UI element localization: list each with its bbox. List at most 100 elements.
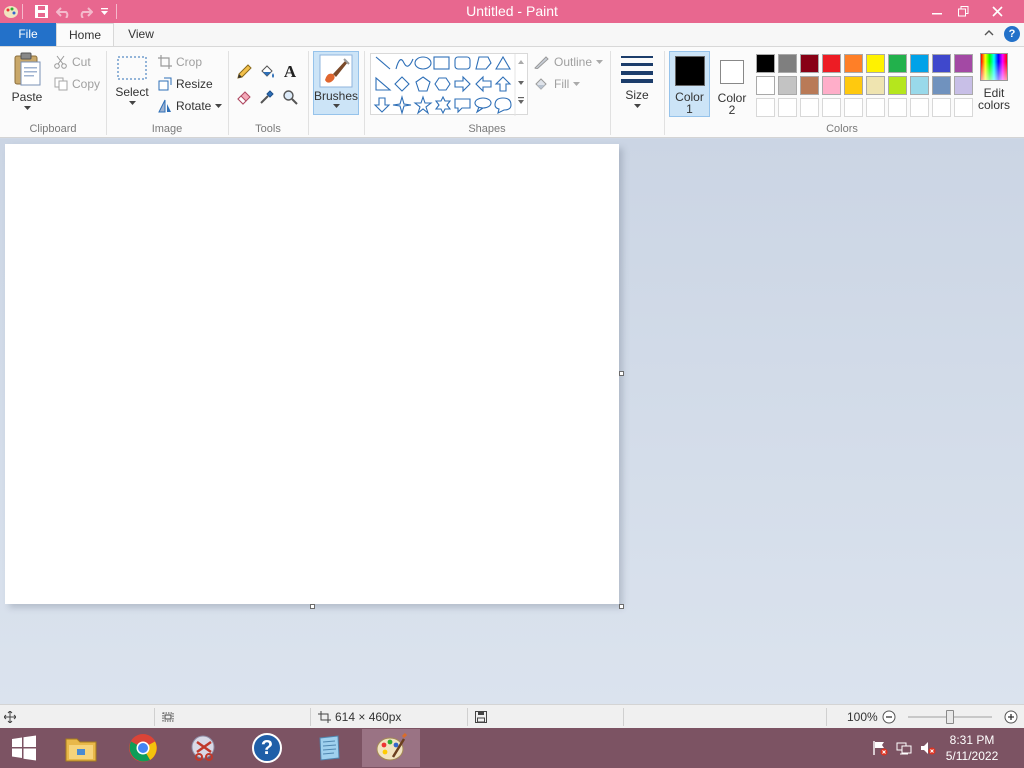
color2-button[interactable]: Color 2 [712, 51, 752, 117]
color1-button[interactable]: Color 1 [669, 51, 710, 117]
chevron-down-icon [596, 59, 604, 64]
text-a-icon: A [283, 62, 297, 81]
palette-swatch[interactable] [954, 54, 973, 73]
tab-view[interactable]: View [114, 23, 168, 46]
palette-swatch-empty[interactable] [954, 98, 973, 117]
taskbar-chrome[interactable] [114, 729, 172, 767]
palette-swatch-empty[interactable] [888, 98, 907, 117]
snipping-tool-icon [191, 735, 215, 761]
palette-swatch[interactable] [844, 76, 863, 95]
palette-swatch-empty[interactable] [778, 98, 797, 117]
outline-brush-icon [534, 56, 549, 69]
palette-swatch-empty[interactable] [844, 98, 863, 117]
tab-file[interactable]: File [0, 23, 56, 46]
palette-swatch[interactable] [866, 54, 885, 73]
resize-handle-corner[interactable] [619, 604, 624, 609]
color1-label-line2: 1 [686, 102, 693, 116]
zoom-slider-thumb[interactable] [946, 710, 954, 724]
zoom-level: 100% [847, 710, 878, 724]
chevron-down-icon [23, 106, 31, 110]
palette-swatch[interactable] [800, 54, 819, 73]
restore-button[interactable] [948, 0, 978, 22]
brushes-button[interactable]: Brushes [313, 51, 359, 115]
fill-button[interactable]: Fill [534, 77, 581, 91]
status-divider [154, 708, 155, 726]
zoom-in-button[interactable] [1004, 705, 1018, 729]
resize-button[interactable]: Resize [158, 77, 213, 91]
palette-swatch[interactable] [778, 76, 797, 95]
group-label-tools: Tools [255, 123, 281, 135]
palette-swatch-empty[interactable] [932, 98, 951, 117]
outline-button[interactable]: Outline [534, 55, 604, 69]
size-button[interactable]: Size [616, 53, 658, 115]
cursor-position [4, 705, 16, 729]
palette-swatch[interactable] [844, 54, 863, 73]
canvas-size-icon [318, 711, 331, 723]
rotate-button[interactable]: Rotate [158, 99, 223, 113]
palette-swatch-empty[interactable] [756, 98, 775, 117]
taskbar-help[interactable]: ? [238, 729, 296, 767]
palette-swatch[interactable] [756, 76, 775, 95]
volume-muted-icon[interactable] [920, 740, 936, 756]
palette-swatch[interactable] [932, 76, 951, 95]
zoom-out-icon [882, 710, 896, 724]
status-divider [467, 708, 468, 726]
paint-bucket-icon [261, 65, 274, 78]
copy-button[interactable]: Copy [54, 77, 100, 91]
taskbar-notepad[interactable] [300, 729, 358, 767]
help-icon[interactable]: ? [1004, 26, 1020, 42]
disk-icon [475, 711, 487, 723]
zoom-in-icon [1004, 710, 1018, 724]
taskbar-file-explorer[interactable] [52, 729, 110, 767]
drawing-canvas[interactable] [5, 144, 619, 604]
select-button[interactable]: Select [112, 55, 152, 117]
select-label: Select [115, 85, 149, 99]
collapse-ribbon-icon[interactable] [984, 27, 996, 39]
magnifier-tool[interactable] [280, 87, 300, 107]
taskbar-paint[interactable] [362, 729, 420, 767]
palette-swatch[interactable] [888, 54, 907, 73]
palette-swatch-empty[interactable] [866, 98, 885, 117]
palette-swatch[interactable] [866, 76, 885, 95]
pencil-icon [237, 64, 252, 79]
zoom-out-button[interactable] [882, 705, 896, 729]
palette-swatch[interactable] [910, 54, 929, 73]
chrome-icon [129, 734, 157, 762]
brushes-label: Brushes [313, 89, 359, 103]
crop-button[interactable]: Crop [158, 55, 202, 69]
resize-handle-right[interactable] [619, 371, 624, 376]
cut-button[interactable]: Cut [54, 55, 91, 69]
palette-swatch-empty[interactable] [822, 98, 841, 117]
palette-swatch[interactable] [954, 76, 973, 95]
resize-handle-bottom[interactable] [310, 604, 315, 609]
start-button[interactable] [0, 729, 48, 767]
palette-swatch[interactable] [800, 76, 819, 95]
palette-swatch-empty[interactable] [800, 98, 819, 117]
taskbar-snipping-tool[interactable] [176, 729, 234, 767]
palette-swatch[interactable] [822, 76, 841, 95]
color1-swatch [674, 56, 705, 86]
color-picker-tool[interactable] [257, 87, 277, 107]
close-button[interactable] [980, 0, 1014, 22]
eraser-tool[interactable] [234, 87, 254, 107]
fill-tool[interactable] [257, 62, 277, 82]
outline-label: Outline [554, 55, 593, 69]
paste-button[interactable]: Paste [6, 51, 48, 117]
action-center-flag-icon[interactable] [872, 740, 888, 756]
palette-swatch[interactable] [932, 54, 951, 73]
taskbar-clock[interactable]: 8:31 PM 5/11/2022 [942, 732, 1002, 764]
edit-colors-button[interactable]: Edit colors [974, 53, 1014, 117]
palette-swatch[interactable] [756, 54, 775, 73]
palette-swatch[interactable] [822, 54, 841, 73]
pencil-tool[interactable] [234, 62, 254, 82]
palette-swatch-empty[interactable] [910, 98, 929, 117]
network-icon[interactable] [896, 740, 912, 756]
selection-size [162, 705, 175, 729]
palette-swatch[interactable] [778, 54, 797, 73]
text-tool[interactable]: A [280, 62, 300, 82]
tab-home[interactable]: Home [56, 23, 114, 46]
palette-swatch[interactable] [888, 76, 907, 95]
paste-icon [14, 52, 41, 86]
paste-label: Paste [11, 90, 43, 104]
palette-swatch[interactable] [910, 76, 929, 95]
